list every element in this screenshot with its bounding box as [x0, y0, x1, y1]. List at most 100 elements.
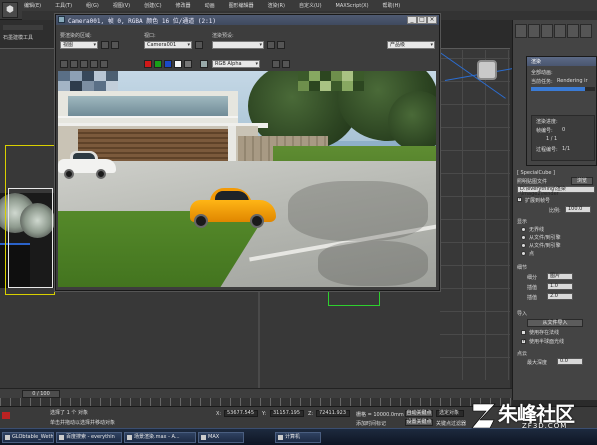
- prompt-line: 单击并拖动以选择并移动对象: [50, 420, 116, 426]
- perspective-grid: [440, 50, 510, 380]
- taskbar-item[interactable]: MAX: [198, 432, 244, 443]
- mono-channel-icon[interactable]: [184, 60, 192, 68]
- radio-no-border[interactable]: [521, 227, 526, 232]
- tree-shadow: [288, 181, 428, 241]
- import-from-file-button[interactable]: 从文件导入: [527, 319, 583, 327]
- radio-point[interactable]: [521, 251, 526, 256]
- pixelated-overlay: [58, 71, 178, 91]
- max-icon: [127, 435, 132, 440]
- browser-icon: [59, 435, 64, 440]
- radio-label: 无界线: [529, 227, 545, 233]
- browse-button[interactable]: 浏览: [571, 177, 593, 185]
- viewcube-icon[interactable]: [477, 60, 497, 80]
- use-hemisphere-checkbox[interactable]: ✓: [521, 339, 526, 344]
- save-image-icon[interactable]: [60, 60, 68, 68]
- z-label: Z:: [308, 411, 314, 417]
- section-file-label: 照明贴图文件: [517, 179, 548, 185]
- clone-window-icon[interactable]: [80, 60, 88, 68]
- modify-tab-icon[interactable]: [528, 24, 540, 38]
- display-tab-icon[interactable]: [567, 24, 579, 38]
- lock-icon[interactable]: [101, 41, 109, 49]
- radio-from-file[interactable]: [521, 235, 526, 240]
- pixelated-overlay: [298, 71, 408, 91]
- channel-toolbar: RGB Alpha: [56, 57, 439, 71]
- interp-field-2[interactable]: 2.0: [547, 293, 573, 300]
- maxscript-listener-icon[interactable]: [2, 412, 10, 419]
- viewcube[interactable]: [470, 55, 504, 85]
- render-mode-dropdown[interactable]: 产品级: [387, 41, 435, 49]
- timeline[interactable]: 0 / 100: [0, 388, 512, 398]
- close-button[interactable]: ×: [427, 16, 437, 24]
- lock-viewport-icon[interactable]: [195, 41, 203, 49]
- edit-region-icon[interactable]: [111, 41, 119, 49]
- max-depth-field[interactable]: 0.0: [557, 358, 583, 365]
- hierarchy-tab-icon[interactable]: [541, 24, 553, 38]
- computer-icon: [278, 435, 283, 440]
- render-setup-icon[interactable]: [267, 41, 275, 49]
- auto-key-button[interactable]: 自动关键点: [405, 410, 433, 417]
- wheel-icon: [96, 169, 106, 179]
- area-dropdown[interactable]: 视图: [60, 41, 98, 49]
- alpha-channel-icon[interactable]: [174, 60, 182, 68]
- clear-icon[interactable]: [100, 60, 108, 68]
- selection-status: 选择了 1 个 对象: [50, 410, 88, 416]
- interp-field[interactable]: 1.0: [547, 283, 573, 290]
- import-section-label: 导入: [517, 311, 528, 317]
- utilities-tab-icon[interactable]: [580, 24, 592, 38]
- viewport-dropdown[interactable]: Camera001: [144, 41, 192, 49]
- track-bar[interactable]: [0, 398, 512, 406]
- taskbar-item[interactable]: 计算机: [275, 432, 321, 443]
- tree-shape: [388, 91, 436, 151]
- current-task-value: Rendering ir: [557, 78, 588, 84]
- red-channel-icon[interactable]: [144, 60, 152, 68]
- radio-label: 点: [529, 251, 535, 257]
- watermark-url: ZF3D.COM: [522, 422, 568, 430]
- y-coordinate-field[interactable]: 31157.195: [270, 410, 304, 417]
- display-section-label: 显示: [517, 219, 528, 225]
- time-slider[interactable]: 0 / 100: [22, 390, 60, 398]
- z-coordinate-field[interactable]: 72411.923: [316, 410, 350, 417]
- viewport-label: 视口:: [144, 33, 156, 39]
- environment-icon[interactable]: [277, 41, 285, 49]
- render-progress-label: 渲染进度:: [536, 119, 558, 125]
- channel-dropdown[interactable]: RGB Alpha: [212, 60, 260, 68]
- autosave-checkbox[interactable]: ✓: [517, 197, 522, 202]
- irradiance-path-field[interactable]: D:\everything\渲染\Image2\render: [517, 186, 595, 197]
- toggle-ui-icon[interactable]: [272, 60, 280, 68]
- taskbar-item[interactable]: GLObtable_Weth: [2, 432, 54, 443]
- set-key-button[interactable]: 设置关键点: [405, 419, 433, 426]
- scale-field[interactable]: 100.0: [565, 206, 591, 213]
- minimize-button[interactable]: _: [407, 16, 417, 24]
- blue-channel-icon[interactable]: [164, 60, 172, 68]
- app-logo-icon[interactable]: ⬢: [2, 2, 18, 18]
- graphite-tools-label[interactable]: 石墨建模工具: [3, 34, 33, 41]
- render-progress-dialog[interactable]: 渲染 全部动画: 当前任务: Rendering ir 渲染进度: 帧编号: 0…: [526, 56, 597, 166]
- zf3d-logo-icon: [471, 403, 496, 429]
- progress-dialog-titlebar[interactable]: 渲染: [527, 57, 596, 66]
- radio-from-file-2[interactable]: [521, 243, 526, 248]
- overlay-icon[interactable]: [282, 60, 290, 68]
- key-filters-button[interactable]: 关键点过滤器: [436, 420, 466, 427]
- taskbar-item-label: 百度搜索 - everythin: [66, 434, 115, 440]
- x-coordinate-field[interactable]: 53677.545: [224, 410, 258, 417]
- render-window-titlebar[interactable]: Camera001, 帧 0, RGBA 颜色 16 位/通道 (2:1) _ …: [56, 15, 439, 25]
- maximize-button[interactable]: □: [417, 16, 427, 24]
- create-tab-icon[interactable]: [515, 24, 527, 38]
- preset-dropdown[interactable]: [212, 41, 264, 49]
- motion-tab-icon[interactable]: [554, 24, 566, 38]
- taskbar-item[interactable]: 百度搜索 - everythin: [56, 432, 122, 443]
- house-railing: [58, 116, 238, 118]
- use-existing-normals-checkbox[interactable]: [521, 330, 526, 335]
- selected-set-dropdown[interactable]: 选定对象: [436, 410, 464, 417]
- print-icon[interactable]: [90, 60, 98, 68]
- field-label: 细分: [527, 275, 538, 281]
- rendered-frame-window[interactable]: Camera001, 帧 0, RGBA 颜色 16 位/通道 (2:1) _ …: [55, 14, 440, 291]
- taskbar-item-active[interactable]: 场景渲染.max - A...: [124, 432, 196, 443]
- copy-image-icon[interactable]: [70, 60, 78, 68]
- checkbox-label: 使用存在法线: [529, 330, 560, 336]
- subdiv-field[interactable]: 图片: [547, 273, 573, 280]
- white-car: [58, 151, 116, 179]
- add-time-tag[interactable]: 添加时间标记: [356, 420, 386, 427]
- green-channel-icon[interactable]: [154, 60, 162, 68]
- scale-label: 比例:: [549, 208, 561, 214]
